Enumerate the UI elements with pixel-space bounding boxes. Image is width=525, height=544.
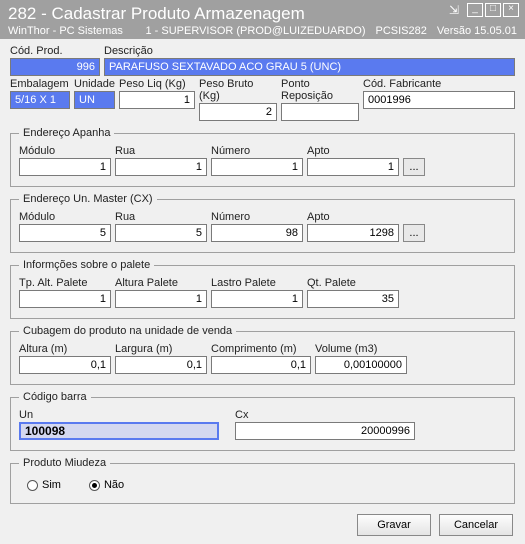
maximize-button[interactable]: □: [485, 3, 501, 17]
master-legend: Endereço Un. Master (CX): [19, 193, 157, 205]
peso-bruto-input[interactable]: [199, 103, 277, 121]
ponto-rep-label: Ponto Reposição: [281, 78, 359, 102]
master-lookup-button[interactable]: ...: [403, 224, 425, 242]
title-bar: ⇲ _ □ × 282 - Cadastrar Produto Armazena…: [0, 0, 525, 39]
apanha-lookup-button[interactable]: ...: [403, 158, 425, 176]
palete-tpalt-label: Tp. Alt. Palete: [19, 277, 111, 289]
barcode-un-label: Un: [19, 409, 219, 421]
descricao-value: PARAFUSO SEXTAVADO ACO GRAU 5 (UNC): [104, 58, 515, 76]
cubagem-altura-input[interactable]: [19, 356, 111, 374]
barcode-un-input[interactable]: [19, 422, 219, 440]
palete-tpalt-input[interactable]: [19, 290, 111, 308]
cubagem-largura-label: Largura (m): [115, 343, 207, 355]
barcode-cx-input[interactable]: [235, 422, 415, 440]
miudeza-group: Produto Miudeza Sim Não: [10, 457, 515, 504]
cod-prod-label: Cód. Prod.: [10, 45, 100, 57]
screen-code: PCSIS282: [376, 25, 427, 37]
peso-bruto-label: Peso Bruto (Kg): [199, 78, 277, 102]
descricao-label: Descrição: [104, 45, 515, 57]
palete-group: Informções sobre o palete Tp. Alt. Palet…: [10, 259, 515, 319]
window-title: 282 - Cadastrar Produto Armazenagem: [8, 4, 517, 24]
cubagem-comp-input[interactable]: [211, 356, 311, 374]
window-controls: ⇲ _ □ ×: [447, 3, 519, 17]
cubagem-vol-input[interactable]: [315, 356, 407, 374]
apanha-apto-input[interactable]: [307, 158, 399, 176]
apanha-numero-input[interactable]: [211, 158, 303, 176]
gravar-button[interactable]: Gravar: [357, 514, 431, 536]
ponto-rep-input[interactable]: [281, 103, 359, 121]
embalagem-value: 5/16 X 1: [10, 91, 70, 109]
master-group: Endereço Un. Master (CX) Módulo Rua Núme…: [10, 193, 515, 253]
apanha-apto-label: Apto: [307, 145, 399, 157]
unidade-value: UN: [74, 91, 115, 109]
master-rua-label: Rua: [115, 211, 207, 223]
peso-liq-input[interactable]: [119, 91, 195, 109]
cod-prod-value: 996: [10, 58, 100, 76]
apanha-numero-label: Número: [211, 145, 303, 157]
barcode-legend: Código barra: [19, 391, 91, 403]
apanha-modulo-input[interactable]: [19, 158, 111, 176]
palete-qt-label: Qt. Palete: [307, 277, 399, 289]
master-rua-input[interactable]: [115, 224, 207, 242]
minimize-button[interactable]: _: [467, 3, 483, 17]
app-name: WinThor - PC Sistemas: [8, 25, 123, 37]
unidade-label: Unidade: [74, 78, 115, 90]
apanha-group: Endereço Apanha Módulo Rua Número Apto .…: [10, 127, 515, 187]
cubagem-comp-label: Comprimento (m): [211, 343, 311, 355]
cubagem-group: Cubagem do produto na unidade de venda A…: [10, 325, 515, 385]
cod-fab-label: Cód. Fabricante: [363, 78, 515, 90]
cod-fab-input[interactable]: [363, 91, 515, 109]
barcode-group: Código barra Un Cx: [10, 391, 515, 451]
radio-sim-label: Sim: [42, 479, 61, 491]
cubagem-legend: Cubagem do produto na unidade de venda: [19, 325, 236, 337]
cubagem-largura-input[interactable]: [115, 356, 207, 374]
master-numero-label: Número: [211, 211, 303, 223]
radio-icon: [89, 480, 100, 491]
barcode-cx-label: Cx: [235, 409, 415, 421]
cubagem-vol-label: Volume (m3): [315, 343, 407, 355]
master-apto-label: Apto: [307, 211, 399, 223]
radio-sim[interactable]: Sim: [27, 479, 61, 491]
apanha-rua-label: Rua: [115, 145, 207, 157]
palete-altura-input[interactable]: [115, 290, 207, 308]
master-numero-input[interactable]: [211, 224, 303, 242]
miudeza-legend: Produto Miudeza: [19, 457, 110, 469]
cubagem-altura-label: Altura (m): [19, 343, 111, 355]
radio-icon: [27, 480, 38, 491]
master-modulo-input[interactable]: [19, 224, 111, 242]
master-apto-input[interactable]: [307, 224, 399, 242]
user-info: 1 - SUPERVISOR (PROD@LUIZEDUARDO): [146, 25, 366, 37]
cancelar-button[interactable]: Cancelar: [439, 514, 513, 536]
restore-icon[interactable]: ⇲: [447, 3, 461, 17]
palete-lastro-label: Lastro Palete: [211, 277, 303, 289]
palete-legend: Informções sobre o palete: [19, 259, 154, 271]
apanha-modulo-label: Módulo: [19, 145, 111, 157]
close-button[interactable]: ×: [503, 3, 519, 17]
version: Versão 15.05.01: [437, 25, 517, 37]
apanha-legend: Endereço Apanha: [19, 127, 114, 139]
master-modulo-label: Módulo: [19, 211, 111, 223]
peso-liq-label: Peso Liq (Kg): [119, 78, 195, 90]
palete-qt-input[interactable]: [307, 290, 399, 308]
radio-nao-label: Não: [104, 479, 124, 491]
apanha-rua-input[interactable]: [115, 158, 207, 176]
palete-lastro-input[interactable]: [211, 290, 303, 308]
embalagem-label: Embalagem: [10, 78, 70, 90]
palete-altura-label: Altura Palete: [115, 277, 207, 289]
radio-nao[interactable]: Não: [89, 479, 124, 491]
